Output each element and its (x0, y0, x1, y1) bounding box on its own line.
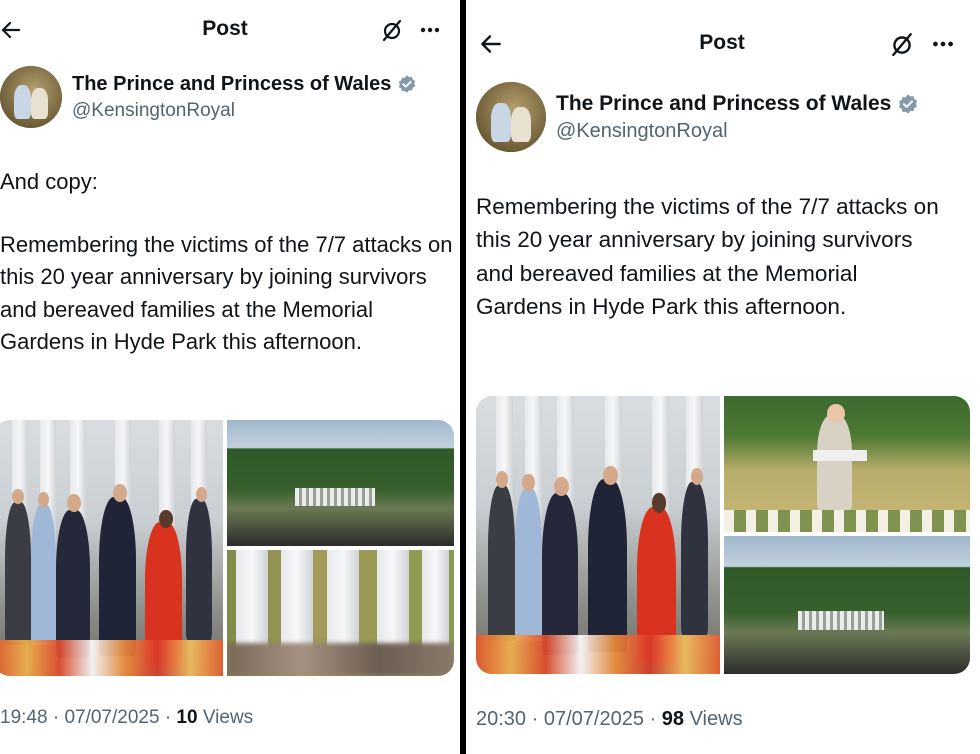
photo-park-gathering[interactable] (724, 536, 970, 674)
post-meta: 20:30 · 07/07/2025 · 98 Views (476, 708, 743, 731)
author-name-row[interactable]: The Prince and Princess of Wales (72, 73, 417, 96)
post-meta: 19:48 · 07/07/2025 · 10 Views (0, 707, 253, 729)
left-post-panel: Post The Prince and Princess of Wales @K… (0, 0, 460, 754)
author-name-row[interactable]: The Prince and Princess of Wales (556, 92, 919, 116)
post-author: The Prince and Princess of Wales @Kensin… (476, 82, 919, 152)
more-icon (933, 41, 953, 47)
right-post-panel: Post The Prince and Princess of Wales @K… (466, 0, 980, 754)
post-body-text: Remembering the victims of the 7/7 attac… (0, 231, 453, 355)
header-bar: Post (0, 14, 460, 46)
more-options-button[interactable] (928, 29, 958, 59)
post-lead-text: And copy: (0, 169, 98, 194)
post-text: And copy: Remembering the victims of the… (0, 166, 455, 389)
views-count: 10 (176, 707, 198, 728)
more-icon (420, 27, 440, 33)
avatar[interactable] (0, 66, 62, 128)
photo-speaker-lectern[interactable] (724, 396, 970, 532)
photo-memorial-pillars[interactable] (227, 550, 454, 676)
post-time[interactable]: 20:30 (476, 708, 526, 730)
meta-separator: · (52, 707, 60, 728)
verified-badge-icon (399, 75, 416, 93)
post-date[interactable]: 07/07/2025 (544, 708, 644, 730)
meta-separator: · (531, 708, 539, 730)
views-count: 98 (661, 708, 685, 730)
media-grid (0, 420, 454, 676)
photo-memorial-group[interactable] (0, 420, 223, 676)
photo-memorial-group[interactable] (476, 396, 720, 674)
media-grid (476, 396, 970, 674)
post-date[interactable]: 07/07/2025 (64, 707, 159, 728)
verified-badge-icon (899, 93, 918, 114)
post-time[interactable]: 19:48 (0, 707, 48, 728)
grok-button[interactable] (887, 29, 917, 59)
author-display-name: The Prince and Princess of Wales (556, 91, 892, 115)
author-handle[interactable]: @KensingtonRoyal (556, 120, 919, 143)
more-options-button[interactable] (415, 15, 445, 45)
author-handle[interactable]: @KensingtonRoyal (72, 100, 417, 122)
post-author: The Prince and Princess of Wales @Kensin… (0, 66, 417, 128)
avatar[interactable] (476, 82, 546, 152)
grok-button[interactable] (377, 15, 407, 45)
header-bar: Post (466, 28, 980, 60)
views-label: Views (202, 707, 254, 728)
grok-icon (892, 33, 912, 57)
post-body-text: Remembering the victims of the 7/7 attac… (476, 194, 939, 319)
meta-separator: · (649, 708, 657, 730)
meta-separator: · (164, 707, 172, 728)
grok-icon (382, 19, 402, 42)
author-display-name: The Prince and Princess of Wales (72, 72, 392, 95)
post-text: Remembering the victims of the 7/7 attac… (476, 190, 946, 353)
views-label: Views (689, 708, 743, 730)
photo-park-gathering[interactable] (227, 420, 454, 546)
